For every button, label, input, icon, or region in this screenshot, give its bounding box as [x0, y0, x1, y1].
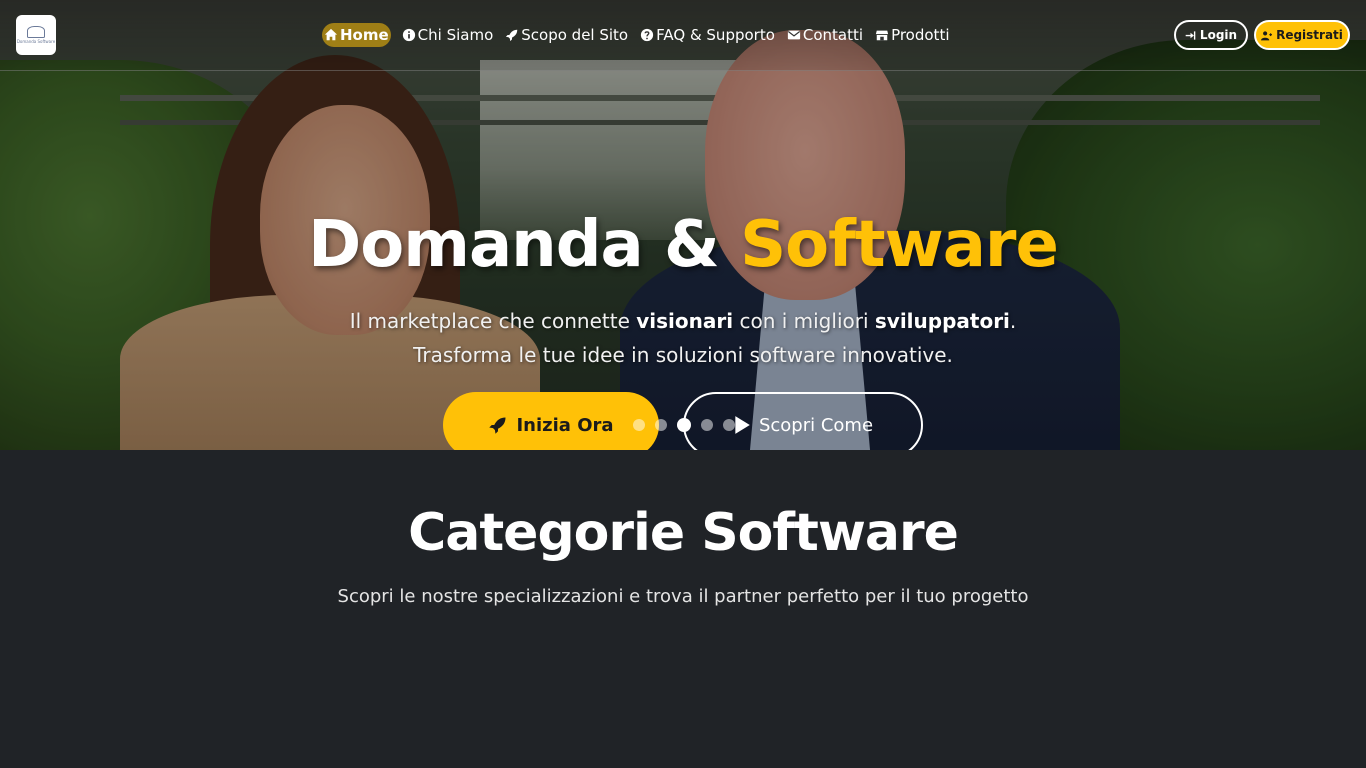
carousel-dot-1[interactable]: [633, 419, 645, 431]
info-icon: [402, 28, 415, 42]
categories-section: [0, 450, 1366, 768]
nav-item-label: Chi Siamo: [417, 26, 494, 44]
carousel-indicators: [633, 418, 735, 432]
carousel-dot-2[interactable]: [655, 419, 667, 431]
register-label: Registrati: [1276, 28, 1343, 42]
hero-title-accent: Software: [740, 208, 1059, 282]
sign-in-icon: [1185, 30, 1196, 40]
nav-item-label: FAQ & Supporto: [656, 26, 775, 44]
logo-mark-icon: [27, 26, 45, 38]
categories-title: Categorie Software: [408, 503, 959, 563]
hero-subtitle-line-2: Trasforma le tue idee in soluzioni softw…: [413, 343, 953, 367]
nav-item-faq[interactable]: FAQ & Supporto: [639, 23, 776, 47]
carousel-dot-5[interactable]: [723, 419, 735, 431]
rocket-icon: [489, 417, 506, 434]
nav-item-prodotti[interactable]: Prodotti: [874, 23, 950, 47]
site-logo[interactable]: Domanda Software: [16, 15, 56, 55]
login-button[interactable]: Login: [1174, 20, 1248, 50]
hero-subtitle-line-1: Il marketplace che connette visionari co…: [349, 309, 1017, 333]
start-now-button[interactable]: Inizia Ora: [443, 392, 659, 458]
store-icon: [875, 30, 889, 41]
hero-title: Domanda & Software: [0, 208, 1366, 282]
envelope-icon: [787, 30, 801, 40]
user-plus-icon: [1261, 30, 1273, 40]
carousel-dot-4[interactable]: [701, 419, 713, 431]
nav-item-label: Home: [340, 26, 389, 44]
nav-item-scopo[interactable]: Scopo del Sito: [504, 23, 629, 47]
nav-item-contatti[interactable]: Contatti: [786, 23, 864, 47]
highlight-sviluppatori: sviluppatori: [874, 309, 1010, 333]
nav-item-home[interactable]: Home: [322, 23, 391, 47]
categories-subtitle: Scopri le nostre specializzazioni e trov…: [337, 586, 1029, 607]
nav-item-chi-siamo[interactable]: Chi Siamo: [401, 23, 495, 47]
nav-item-label: Contatti: [802, 26, 864, 44]
nav-item-label: Scopo del Sito: [521, 26, 629, 44]
question-icon: [641, 28, 654, 42]
register-button[interactable]: Registrati: [1254, 20, 1350, 50]
home-icon: [324, 28, 338, 41]
hero-subtitle: Il marketplace che connette visionari co…: [0, 304, 1366, 372]
rocket-icon: [506, 29, 518, 42]
nav-item-label: Prodotti: [891, 26, 950, 44]
nav-links: Home Chi Siamo Scopo del Sito FAQ & Supp…: [322, 23, 961, 47]
logo-text: Domanda Software: [16, 39, 56, 44]
top-navbar: Domanda Software Home Chi Siamo Scopo de…: [0, 0, 1366, 71]
highlight-visionari: visionari: [636, 309, 734, 333]
login-label: Login: [1199, 28, 1238, 42]
discover-how-label: Scopri Come: [758, 414, 874, 436]
play-icon: [735, 416, 750, 434]
start-now-label: Inizia Ora: [516, 414, 614, 436]
hero-title-main: Domanda &: [308, 208, 741, 282]
carousel-dot-3[interactable]: [677, 418, 691, 432]
